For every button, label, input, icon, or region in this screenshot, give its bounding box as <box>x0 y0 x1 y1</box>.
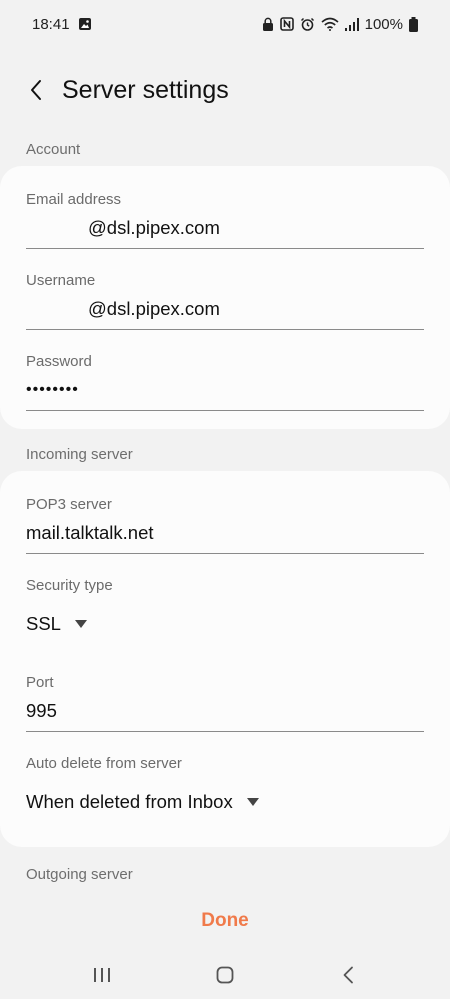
section-header-outgoing: Outgoing server <box>26 866 133 883</box>
recents-icon <box>93 967 110 982</box>
page-title: Server settings <box>62 75 229 104</box>
email-underline <box>26 248 424 249</box>
done-button[interactable]: Done <box>0 900 450 942</box>
nav-back-button[interactable] <box>318 955 378 995</box>
signal-icon <box>344 17 359 31</box>
status-left: 18:41 <box>32 16 92 33</box>
status-bar: 18:41 100% <box>0 0 450 48</box>
wifi-icon <box>321 17 339 31</box>
port-underline <box>26 731 424 732</box>
username-label: Username <box>26 272 96 289</box>
email-field[interactable]: Email address @dsl.pipex.com <box>26 190 424 249</box>
email-label: Email address <box>26 191 122 208</box>
security-type-field: Security type SSL <box>26 576 424 638</box>
battery-icon <box>409 16 418 32</box>
auto-delete-label: Auto delete from server <box>26 755 182 772</box>
section-header-incoming: Incoming server <box>26 446 133 463</box>
password-field[interactable]: Password •••••••• <box>26 352 424 411</box>
auto-delete-field: Auto delete from server When deleted fro… <box>26 754 424 816</box>
dropdown-arrow-icon <box>74 620 87 628</box>
section-header-account: Account <box>26 141 81 158</box>
navigation-bar <box>0 950 450 999</box>
auto-delete-value: When deleted from Inbox <box>26 791 233 812</box>
auto-delete-dropdown[interactable]: When deleted from Inbox <box>26 788 424 816</box>
security-type-dropdown[interactable]: SSL <box>26 610 424 638</box>
email-value-row[interactable]: @dsl.pipex.com <box>26 214 424 242</box>
port-field[interactable]: Port 995 <box>26 673 424 732</box>
account-card: Email address @dsl.pipex.com Username @d… <box>0 166 450 429</box>
status-right: 100% <box>262 16 418 33</box>
username-value-row[interactable]: @dsl.pipex.com <box>26 295 424 323</box>
chevron-left-icon <box>31 80 41 100</box>
username-value: @dsl.pipex.com <box>88 298 220 319</box>
username-field[interactable]: Username @dsl.pipex.com <box>26 271 424 330</box>
image-icon <box>78 17 92 31</box>
app-bar: Server settings <box>0 62 450 118</box>
security-type-value: SSL <box>26 613 61 634</box>
redacted-block <box>26 218 88 238</box>
port-label: Port <box>26 674 54 691</box>
password-value[interactable]: •••••••• <box>26 376 424 404</box>
username-underline <box>26 329 424 330</box>
back-icon <box>343 966 354 983</box>
password-underline <box>26 410 424 411</box>
password-label: Password <box>26 353 92 370</box>
pop3-server-label: POP3 server <box>26 496 112 513</box>
pop3-server-value[interactable]: mail.talktalk.net <box>26 519 424 547</box>
security-type-label: Security type <box>26 577 113 594</box>
redacted-block <box>26 299 88 319</box>
home-button[interactable] <box>195 955 255 995</box>
incoming-card: POP3 server mail.talktalk.net Security t… <box>0 471 450 847</box>
nfc-icon <box>279 17 294 31</box>
back-button[interactable] <box>16 70 56 110</box>
status-time: 18:41 <box>32 15 70 33</box>
pop3-server-underline <box>26 553 424 554</box>
pop3-server-field[interactable]: POP3 server mail.talktalk.net <box>26 495 424 554</box>
email-value: @dsl.pipex.com <box>88 217 220 238</box>
home-icon <box>216 966 234 983</box>
battery-percent: 100% <box>364 15 403 33</box>
dropdown-arrow-icon <box>246 798 259 806</box>
alarm-icon <box>300 17 315 32</box>
recents-button[interactable] <box>72 955 132 995</box>
port-value[interactable]: 995 <box>26 697 424 725</box>
lock-icon <box>262 17 274 32</box>
